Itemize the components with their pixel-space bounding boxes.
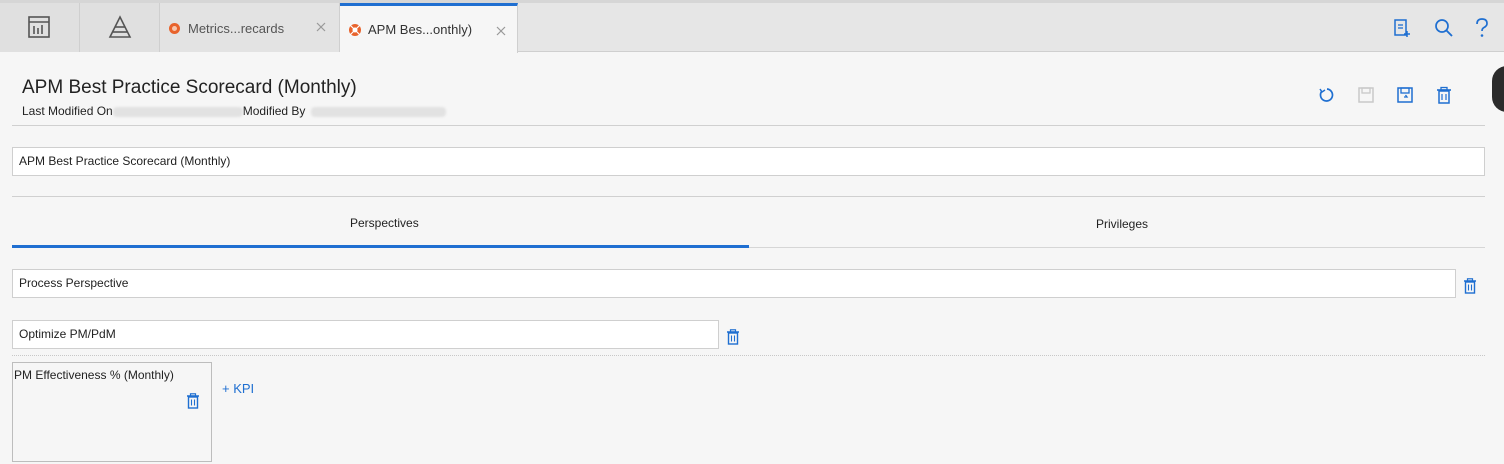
tab-metrics-scorecards[interactable]: Metrics...recards <box>160 3 340 52</box>
objective-name-input[interactable]: Optimize PM/PdM <box>12 320 719 349</box>
save-as-icon[interactable] <box>1396 86 1414 104</box>
top-tab-bar: Metrics...recards APM Bes...onthly) <box>0 0 1504 53</box>
pyramid-icon <box>108 15 132 38</box>
delete-kpi-icon[interactable] <box>186 393 200 409</box>
help-icon[interactable] <box>1475 18 1489 38</box>
new-document-icon[interactable] <box>1393 18 1411 38</box>
objective-divider <box>12 355 1485 356</box>
tab-apm-best-practice[interactable]: APM Bes...onthly) <box>340 3 518 53</box>
redacted-date <box>112 106 243 117</box>
close-icon[interactable] <box>496 26 506 36</box>
refresh-icon[interactable] <box>1318 86 1336 104</box>
tab-label: APM Bes...onthly) <box>368 22 473 37</box>
side-panel-toggle[interactable] <box>1492 66 1504 112</box>
scorecard-tab-icon <box>349 24 361 36</box>
perspective-name-input[interactable]: Process Perspective <box>12 269 1456 298</box>
last-modified-label: Last Modified On <box>22 104 113 118</box>
hierarchy-nav-button[interactable] <box>80 3 160 52</box>
section-divider <box>12 196 1485 197</box>
tab-label: Metrics...recards <box>188 21 285 36</box>
delete-objective-icon[interactable] <box>726 329 740 345</box>
kpi-name: PM Effectiveness % (Monthly) <box>14 368 174 382</box>
modified-by-label: Modified By <box>242 104 306 118</box>
tab-privileges[interactable]: Privileges <box>1096 217 1148 231</box>
add-kpi-link[interactable]: + KPI <box>222 381 254 396</box>
page-title: APM Best Practice Scorecard (Monthly) <box>22 77 357 98</box>
close-icon[interactable] <box>316 22 326 32</box>
modified-info: Last Modified On Modified By <box>22 104 447 118</box>
kpi-card[interactable]: PM Effectiveness % (Monthly) <box>12 362 212 462</box>
search-icon[interactable] <box>1434 18 1454 38</box>
save-icon[interactable] <box>1357 86 1375 104</box>
header-divider <box>12 125 1485 126</box>
active-tab-indicator <box>12 245 749 248</box>
redacted-user <box>311 106 447 117</box>
delete-icon[interactable] <box>1435 86 1453 104</box>
dashboard-nav-button[interactable] <box>0 3 80 52</box>
delete-perspective-icon[interactable] <box>1463 278 1477 294</box>
tab-perspectives[interactable]: Perspectives <box>350 216 419 230</box>
dashboard-icon <box>28 16 50 38</box>
scorecard-tab-icon <box>169 23 180 34</box>
scorecard-name-input[interactable]: APM Best Practice Scorecard (Monthly) <box>12 147 1485 176</box>
